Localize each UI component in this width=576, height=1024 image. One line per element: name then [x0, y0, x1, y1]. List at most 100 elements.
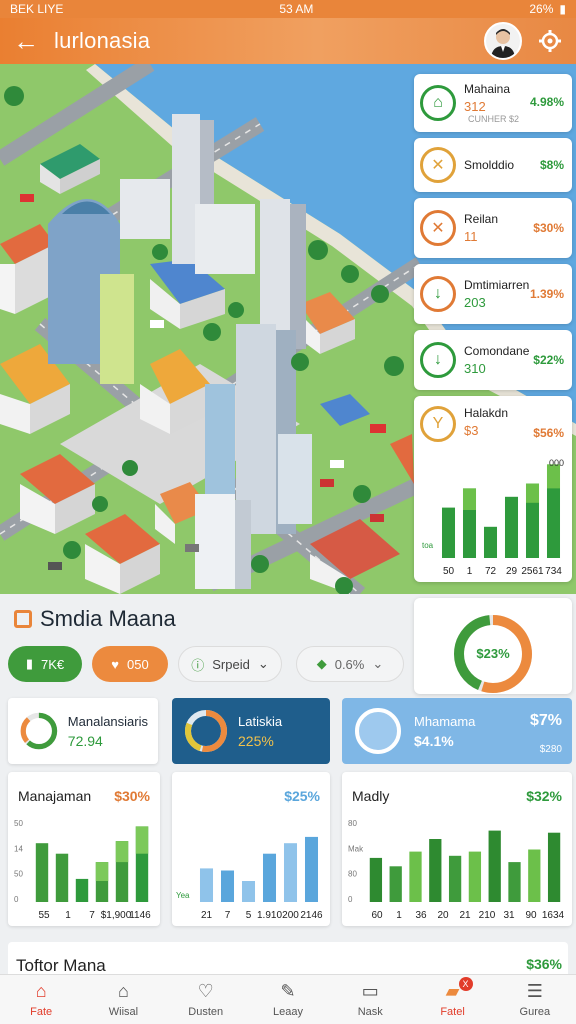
kpi-card-3[interactable]: Mhamama $4.1% $7% $280 — [342, 698, 572, 764]
kpi-card-2[interactable]: Latiskia 225% — [172, 698, 330, 764]
bar — [75, 878, 89, 902]
x-tick-label: 1634 — [542, 910, 565, 921]
kpi-label: Manalansiaris — [67, 713, 148, 729]
pill-label: 0.6% — [334, 656, 365, 672]
stat-card-1[interactable]: ⌂ Mahaina 312 CUNHER $2 4.98% — [414, 74, 572, 132]
bar-chart: 60 1 36 20 21 210 31 90 1634 80 Mak 80 0 — [348, 819, 565, 921]
dropdown-pill-2[interactable]: ◆ 0.6% ⌄ — [296, 646, 404, 682]
bar — [504, 496, 519, 558]
stat-card-2[interactable]: ✕ Smolddio $8% — [414, 138, 572, 192]
x-tick-label: 20 — [437, 910, 449, 921]
mini-bar-chart: 50 1 72 29 2561 734 000 toa — [422, 458, 564, 577]
filter-pill-1[interactable]: ▮ 7K€ — [8, 646, 82, 682]
heart-icon: ♡ — [197, 981, 214, 1001]
x-tick-label: 2146 — [300, 910, 323, 921]
tab-nask[interactable]: ▭ Nask — [329, 975, 411, 1024]
tab-bar: ⌂ Fate ⌂ Wiisal ♡ Dusten ✎ Leaay ▭ Nask ▰ X Fat… — [0, 974, 576, 1024]
bar-chart: 21 7 5 1.910 200 2146 Yea — [176, 836, 323, 921]
x-tick-label: 90 — [525, 910, 537, 921]
status-bar: BEK LIYE 53 AM 26% ▮ — [0, 0, 576, 18]
bar — [220, 870, 235, 902]
bar — [547, 832, 561, 902]
section-title: Smdia Maana — [40, 606, 176, 631]
kpi-label: Mhamama — [414, 713, 476, 729]
bar — [199, 868, 214, 902]
edit-icon: ✎ — [280, 981, 296, 1001]
tag-icon: ◆ — [316, 656, 327, 671]
donut-card[interactable]: $23% — [414, 598, 572, 694]
x-tick-label: 734 — [545, 566, 562, 577]
tab-fate[interactable]: ⌂ Fate — [0, 975, 82, 1024]
back-arrow-icon[interactable]: ← — [12, 26, 40, 56]
stat-name: Halakdn — [464, 406, 509, 420]
kpi-card-1[interactable]: Manalansiaris 72.94 — [8, 698, 158, 764]
x-tick-label: 1.910 — [257, 910, 282, 921]
stat-card-4[interactable]: ↓ Dmtimiarren 203 1.39% — [414, 264, 572, 324]
stat-card-3[interactable]: ✕ Reilan 11 $30% — [414, 198, 572, 258]
tab-label: Wiisal — [108, 1006, 139, 1018]
chart-card-2[interactable]: $25% 21 7 5 1.910 200 2146 Yea — [172, 772, 330, 926]
kpi-label: Latiskia — [238, 713, 283, 729]
x-tick-label: 5 — [246, 910, 252, 921]
tab-gurea[interactable]: ☰ Gurea — [494, 975, 576, 1024]
bottom-title: Toftor Mana — [16, 956, 106, 975]
bar — [448, 855, 462, 902]
down-arrow-icon: ↓ — [420, 342, 456, 378]
donut-icon — [20, 712, 58, 750]
x-tick-label: 210 — [479, 910, 496, 921]
kpi-value: 72.94 — [67, 732, 103, 749]
ring-icon — [355, 708, 401, 754]
chart-card-1[interactable]: Manajaman $30% 55 1 7 $1,900 1146 50 14 50 0 — [8, 772, 160, 926]
tab-label: Fate — [30, 1006, 53, 1018]
bar-highlight — [115, 841, 129, 863]
stat-value: 312 — [464, 99, 486, 114]
x-tick-label: 21 — [459, 910, 471, 921]
x-tick-label: 1146 — [129, 910, 151, 921]
bar — [389, 866, 402, 902]
app-header: ← lurlonasia — [0, 18, 576, 64]
chart-title: Madly — [352, 788, 390, 804]
chart-title: Manajaman — [18, 788, 92, 804]
y-axis-label: Yea — [176, 891, 190, 900]
avatar[interactable] — [484, 22, 522, 60]
section-header: Smdia Maana — [14, 606, 176, 632]
x-tick-label: 2561 — [521, 566, 544, 577]
tab-wiisal[interactable]: ⌂ Wiisal — [82, 975, 164, 1024]
x-tick-label: 1 — [65, 910, 71, 921]
notification-badge: X — [458, 977, 473, 991]
y-tick-label: 0 — [14, 895, 19, 904]
pill-label: Srpeid — [212, 656, 250, 672]
kpi-sub: $280 — [539, 744, 562, 755]
info-icon: ⓘ — [191, 657, 205, 673]
bar — [55, 853, 69, 902]
bar — [283, 843, 298, 902]
stat-card-5[interactable]: ↓ Comondane 310 $22% — [414, 330, 572, 390]
y-tick-label: 0 — [348, 895, 353, 904]
pill-label: 050 — [127, 656, 149, 672]
dropdown-pill-1[interactable]: ⓘ Srpeid ⌄ — [178, 646, 282, 682]
settings-gear-icon[interactable] — [536, 27, 564, 55]
x-tick-label: $1,900 — [101, 910, 132, 921]
x-tick-label: 7 — [89, 910, 95, 921]
close-icon: ✕ — [420, 210, 456, 246]
x-tick-label: 55 — [38, 910, 50, 921]
chevron-down-icon: ⌄ — [257, 656, 269, 671]
tab-fatel[interactable]: ▰ X Fatel — [411, 975, 493, 1024]
x-tick-label: 72 — [485, 566, 497, 577]
page-title: lurlonasia — [54, 28, 151, 53]
tab-leaay[interactable]: ✎ Leaay — [247, 975, 329, 1024]
chevron-down-icon: ⌄ — [372, 656, 384, 671]
bar — [483, 526, 498, 558]
bar — [528, 849, 541, 902]
filter-pill-2[interactable]: ♥ 050 — [92, 646, 168, 682]
stat-card-6[interactable]: Y Halakdn $3 $56% 50 1 72 29 2561 734 000 toa — [414, 396, 572, 582]
tab-dusten[interactable]: ♡ Dusten — [165, 975, 247, 1024]
bar — [508, 862, 521, 902]
x-tick-label: 7 — [225, 910, 231, 921]
bar-highlight — [95, 862, 109, 881]
tab-label: Dusten — [188, 1006, 224, 1018]
chart-card-3[interactable]: Madly $32% 60 1 36 20 21 210 31 90 1634 80 Mak 80 0 — [342, 772, 572, 926]
y-tick-label: 50 — [14, 870, 23, 879]
bar-highlight — [462, 488, 477, 510]
bar — [241, 881, 256, 902]
